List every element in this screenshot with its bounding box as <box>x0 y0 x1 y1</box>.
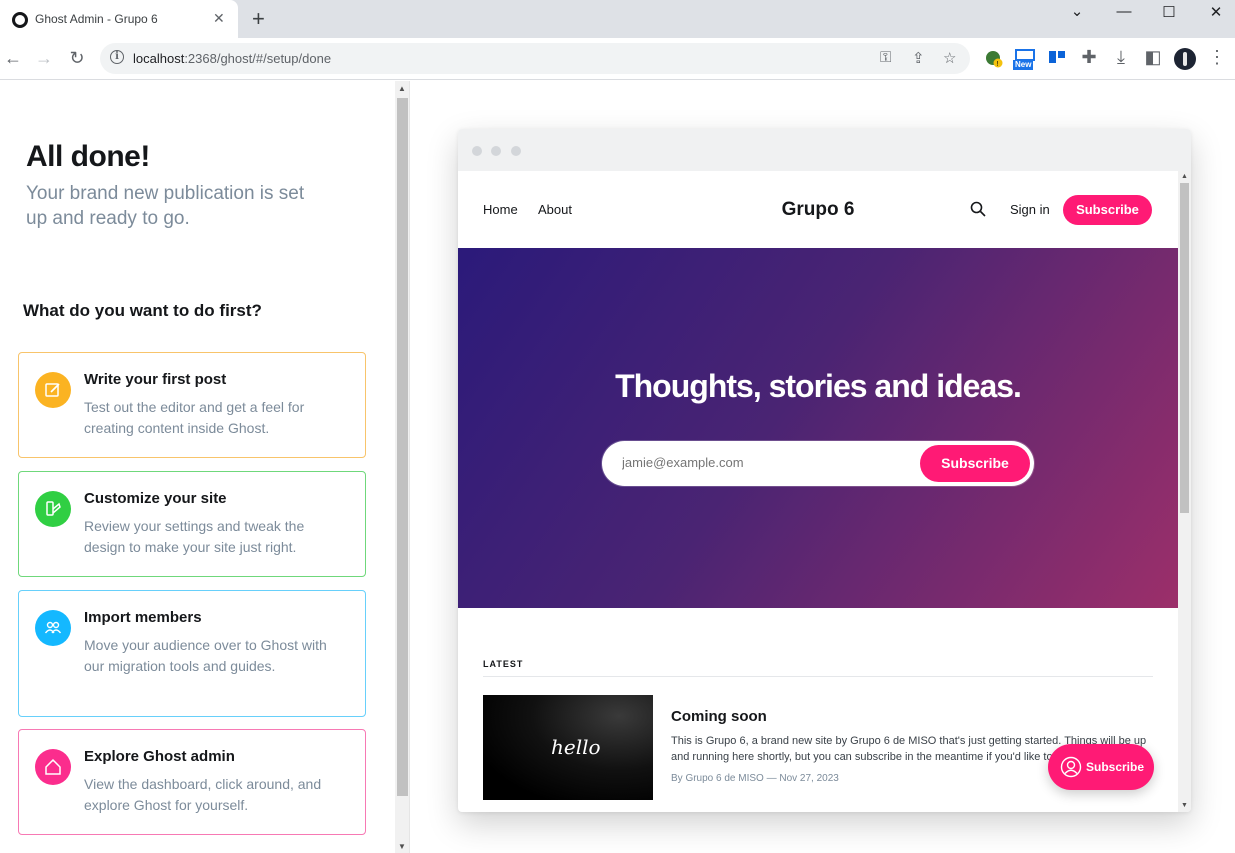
hero-title: Thoughts, stories and ideas. <box>615 368 1022 404</box>
brush-icon <box>35 491 71 527</box>
hero-section: Thoughts, stories and ideas. Subscribe <box>458 248 1178 608</box>
card-title: Customize your site <box>84 490 227 507</box>
browser-tab[interactable]: Ghost Admin - Grupo 6 ✕ <box>0 0 238 38</box>
page-subtitle: Your brand new publication is set up and… <box>26 183 305 229</box>
header-subscribe-button[interactable]: Subscribe <box>1063 195 1152 225</box>
card-explore-admin[interactable]: Explore Ghost admin View the dashboard, … <box>18 729 366 835</box>
card-title: Import members <box>84 609 202 626</box>
setup-done-panel: All done! Your brand new publication is … <box>0 81 395 853</box>
extension-globe-icon[interactable]: ! <box>985 50 1003 68</box>
key-icon[interactable]: ⚿ <box>880 49 891 66</box>
card-import-members[interactable]: Import members Move your audience over t… <box>18 590 366 717</box>
scroll-thumb[interactable] <box>397 98 408 796</box>
card-customize-site[interactable]: Customize your site Review your settings… <box>18 471 366 577</box>
tab-close-icon[interactable]: ✕ <box>213 10 225 27</box>
site-info-icon[interactable]: i <box>110 50 124 64</box>
maximize-icon[interactable]: ☐ <box>1154 3 1184 21</box>
site-preview-window: Home About Grupo 6 Sign in Subscribe Tho… <box>458 129 1191 812</box>
reload-icon[interactable]: ↻ <box>66 48 88 69</box>
url-text[interactable]: localhost:2368/ghost/#/setup/done <box>133 51 331 66</box>
preview-window-bar <box>458 129 1191 171</box>
post-feature-image[interactable]: hello <box>483 695 653 800</box>
site-preview-panel: Home About Grupo 6 Sign in Subscribe Tho… <box>411 81 1235 853</box>
tab-search-chevron-icon[interactable]: ⌄ <box>1062 2 1092 20</box>
back-icon[interactable]: ← <box>2 48 24 69</box>
preview-scrollbar[interactable]: ▲ ▼ <box>1178 171 1191 812</box>
close-window-icon[interactable]: ✕ <box>1201 3 1231 21</box>
card-title: Write your first post <box>84 371 227 388</box>
svg-text:!: ! <box>997 61 999 68</box>
card-write-post[interactable]: Write your first post Test out the edito… <box>18 352 366 458</box>
portal-subscribe-button[interactable]: Subscribe <box>1048 744 1154 790</box>
latest-label: LATEST <box>483 659 524 669</box>
hero-subscribe-form: Subscribe <box>602 441 1034 486</box>
left-panel-scrollbar[interactable]: ▲ ▼ <box>395 81 410 853</box>
card-description: View the dashboard, click around, and ex… <box>84 776 322 813</box>
site-preview: Home About Grupo 6 Sign in Subscribe Tho… <box>458 171 1178 812</box>
new-tab-icon[interactable]: + <box>252 6 265 32</box>
extensions-puzzle-icon[interactable]: ✚ <box>1078 47 1100 68</box>
browser-tab-bar: Ghost Admin - Grupo 6 ✕ + ⌄ — ☐ ✕ <box>0 0 1235 38</box>
divider <box>483 676 1153 677</box>
scroll-down-arrow-icon[interactable]: ▼ <box>1181 802 1188 809</box>
card-description: Review your settings and tweak the desig… <box>84 518 305 555</box>
scroll-up-arrow-icon[interactable]: ▲ <box>1181 173 1188 180</box>
chrome-menu-icon[interactable]: ⋮ <box>1206 47 1228 68</box>
page-title: All done! <box>26 140 150 173</box>
card-title: Explore Ghost admin <box>84 748 235 765</box>
window-dot <box>491 146 501 156</box>
user-circle-icon <box>1060 756 1082 778</box>
share-icon[interactable]: ⇪ <box>912 49 925 67</box>
browser-toolbar: ← → ↻ i localhost:2368/ghost/#/setup/don… <box>0 38 1235 80</box>
extension-trello-icon[interactable] <box>1048 50 1066 68</box>
preview-scroll-thumb[interactable] <box>1180 183 1189 513</box>
post-title[interactable]: Coming soon <box>671 708 767 725</box>
profile-avatar[interactable] <box>1174 48 1196 70</box>
email-input[interactable] <box>622 455 902 470</box>
bookmark-star-icon[interactable]: ☆ <box>943 49 956 67</box>
minimize-icon[interactable]: — <box>1109 3 1139 20</box>
post-image-text: hello <box>551 735 601 759</box>
extension-new-icon[interactable]: New <box>1013 49 1037 71</box>
home-icon <box>35 749 71 785</box>
side-panel-icon[interactable]: ◧ <box>1142 47 1164 68</box>
scroll-down-arrow-icon[interactable]: ▼ <box>398 842 406 851</box>
scroll-up-arrow-icon[interactable]: ▲ <box>398 84 406 93</box>
card-description: Move your audience over to Ghost with ou… <box>84 637 327 674</box>
members-icon <box>35 610 71 646</box>
window-dot <box>511 146 521 156</box>
forward-icon[interactable]: → <box>33 48 55 69</box>
signin-link[interactable]: Sign in <box>1010 202 1050 217</box>
search-icon[interactable] <box>969 200 987 218</box>
download-icon[interactable]: ⤓ <box>1110 47 1132 68</box>
address-bar[interactable]: i localhost:2368/ghost/#/setup/done ⚿ ⇪ … <box>100 43 970 74</box>
post-meta: By Grupo 6 de MISO — Nov 27, 2023 <box>671 773 839 784</box>
hero-subscribe-button[interactable]: Subscribe <box>920 445 1030 482</box>
ghost-favicon-icon <box>12 12 28 28</box>
window-dot <box>472 146 482 156</box>
card-description: Test out the editor and get a feel for c… <box>84 399 305 436</box>
first-steps-heading: What do you want to do first? <box>23 301 262 320</box>
tab-title: Ghost Admin - Grupo 6 <box>35 12 158 26</box>
pencil-icon <box>35 372 71 408</box>
